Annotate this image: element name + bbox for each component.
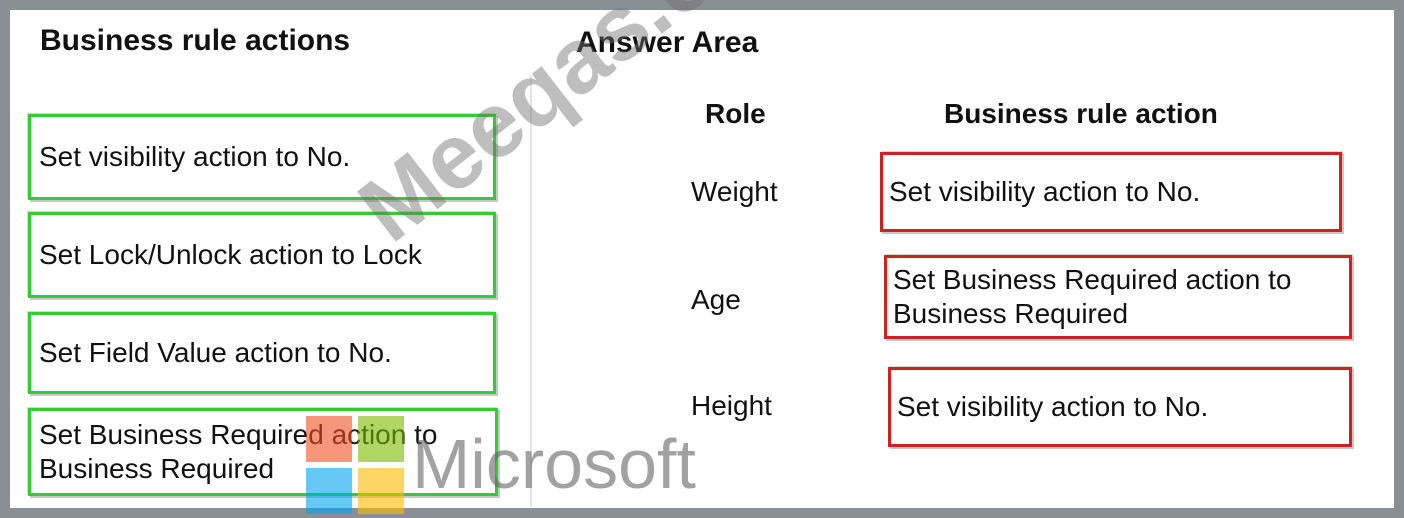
answer-slot-height[interactable]: Set visibility action to No. (888, 367, 1352, 447)
microsoft-logo-blue (306, 468, 352, 514)
action-column-header: Business rule action (944, 98, 1218, 129)
source-action-label: Set Business Required action to Business… (39, 419, 438, 484)
answer-slot-age[interactable]: Set Business Required action to Business… (884, 255, 1352, 339)
role-height: Height (691, 390, 772, 421)
source-action-2[interactable]: Set Lock/Unlock action to Lock (28, 212, 496, 298)
source-action-label: Set Field Value action to No. (39, 337, 392, 368)
answer-slot-label: Set Business Required action to Business… (893, 264, 1292, 329)
answer-slot-label: Set visibility action to No. (897, 391, 1209, 422)
source-action-1[interactable]: Set visibility action to No. (28, 114, 496, 200)
source-action-label: Set Lock/Unlock action to Lock (39, 239, 422, 270)
microsoft-logo-red (306, 416, 352, 462)
microsoft-logo-green (358, 416, 404, 462)
answer-slot-label: Set visibility action to No. (889, 176, 1201, 207)
role-column-header: Role (705, 98, 766, 129)
role-weight: Weight (691, 176, 778, 207)
source-title: Business rule actions (40, 24, 351, 57)
source-action-4[interactable]: Set Business Required action to Business… (28, 408, 498, 496)
panel-divider (530, 75, 532, 507)
answer-area-title: Answer Area (576, 26, 759, 59)
answer-slot-weight[interactable]: Set visibility action to No. (880, 152, 1342, 232)
source-action-3[interactable]: Set Field Value action to No. (28, 312, 496, 394)
source-action-label: Set visibility action to No. (39, 141, 351, 172)
microsoft-logo-yellow (358, 468, 404, 514)
role-age: Age (691, 284, 741, 315)
question-panel: Business rule actions Answer Area Set vi… (10, 0, 1394, 514)
